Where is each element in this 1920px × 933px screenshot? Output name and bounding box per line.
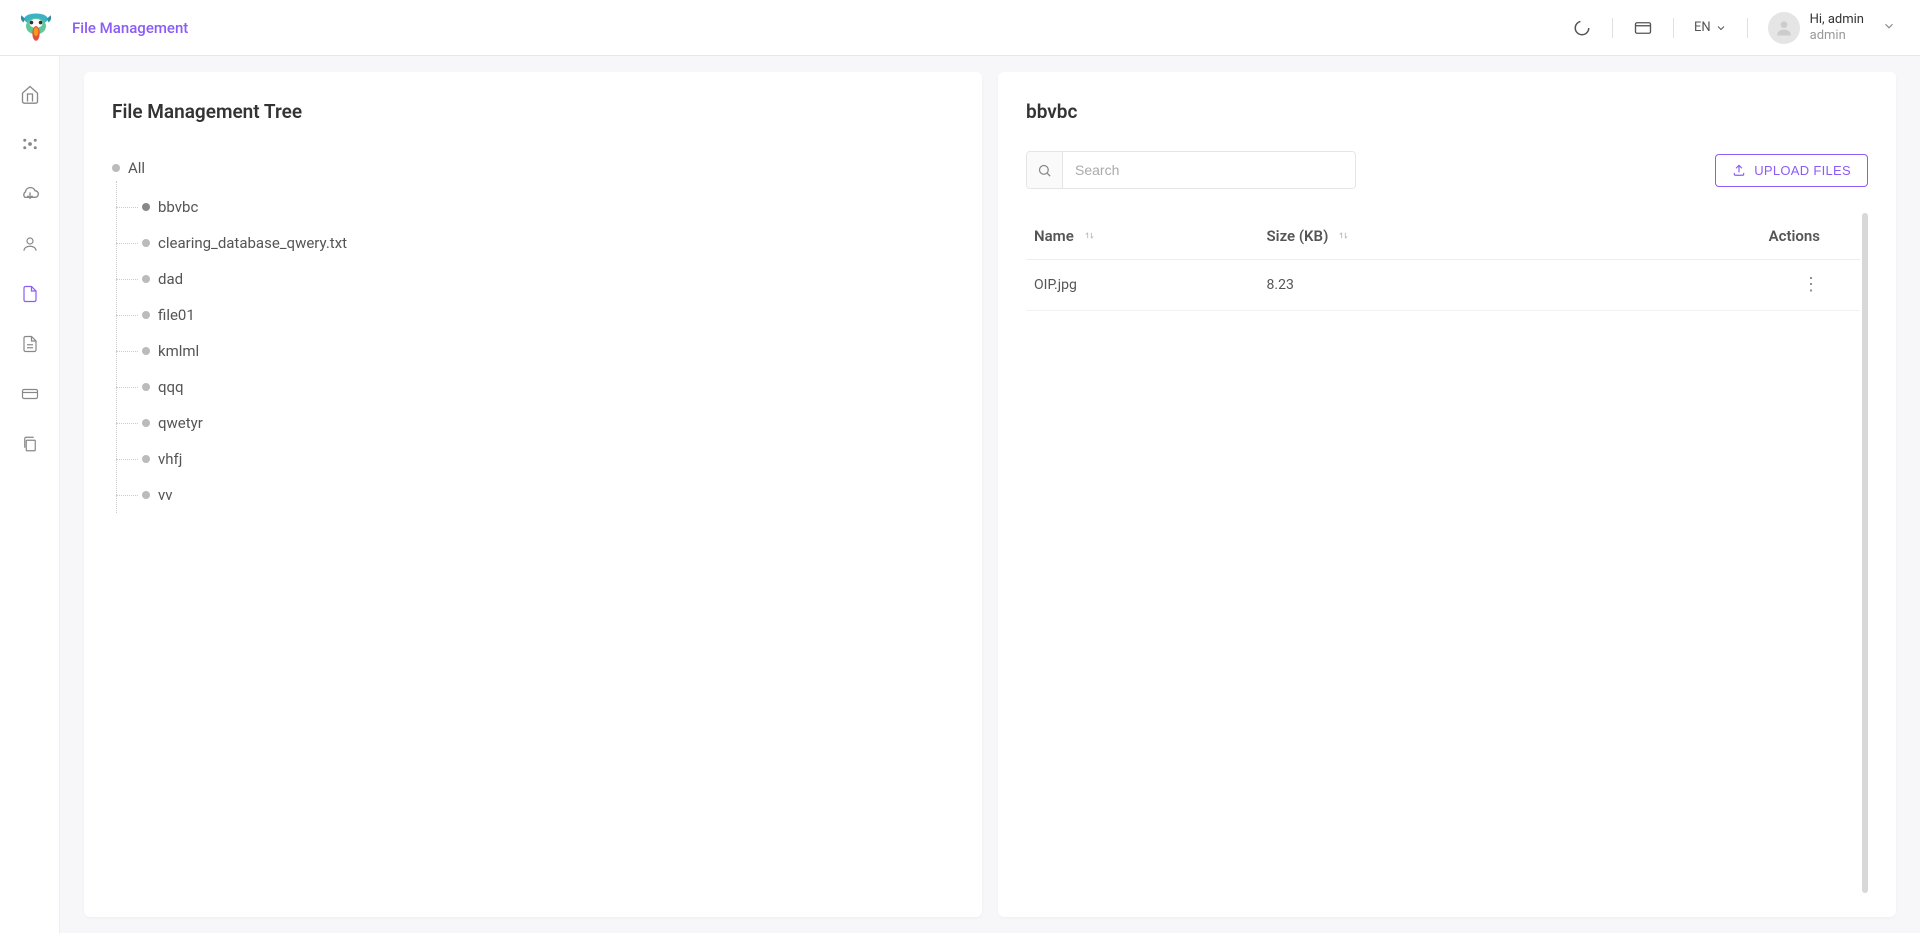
sidebar-item-user[interactable]: [20, 234, 40, 254]
cell-name: OIP.jpg: [1026, 260, 1259, 311]
upload-button-label: UPLOAD FILES: [1754, 163, 1851, 178]
sidebar-item-home[interactable]: [20, 84, 40, 104]
tree-dot-icon: [142, 311, 150, 319]
column-actions: Actions: [1558, 213, 1860, 260]
tree-node[interactable]: vv: [142, 477, 954, 513]
file-tree: All bbvbc clearing_database_qwery.txtdad f…: [112, 151, 954, 513]
tree-panel: File Management Tree All bbvbc clearing_d…: [84, 72, 982, 917]
tree-node-label: bbvbc: [158, 198, 198, 216]
tree-node[interactable]: bbvbc: [142, 189, 954, 225]
chevron-down-icon: [1715, 22, 1727, 34]
column-size-label: Size (KB): [1267, 227, 1329, 245]
tree-node-label: vv: [158, 486, 173, 504]
header-right: EN Hi, admin admin: [1572, 12, 1904, 44]
upload-button[interactable]: UPLOAD FILES: [1715, 154, 1868, 187]
tree-dot-icon: [142, 419, 150, 427]
page-title: File Management: [72, 19, 188, 37]
search-icon: [1027, 152, 1063, 188]
divider: [1612, 18, 1613, 38]
tree-node-label: dad: [158, 270, 183, 288]
tree-node[interactable]: clearing_database_qwery.txt: [142, 225, 954, 261]
tree-node-label: qqq: [158, 378, 184, 396]
files-panel: bbvbc UPLOAD FILES: [998, 72, 1896, 917]
tree-node[interactable]: dad: [142, 261, 954, 297]
files-panel-title: bbvbc: [1026, 100, 1868, 123]
files-table: Name Size (KB): [1026, 213, 1860, 311]
sidebar-item-cloud[interactable]: [20, 184, 40, 204]
scrollbar[interactable]: [1862, 213, 1868, 893]
tree-panel-title: File Management Tree: [112, 100, 954, 123]
logo[interactable]: [16, 8, 56, 48]
more-actions-icon[interactable]: ⋮: [1802, 274, 1820, 295]
chevron-down-icon: [1882, 19, 1896, 37]
tree-node-label: qwetyr: [158, 414, 203, 432]
cell-size: 8.23: [1259, 260, 1559, 311]
sort-icon: [1338, 230, 1349, 241]
messages-icon[interactable]: [1633, 18, 1653, 38]
search-input[interactable]: [1063, 152, 1355, 188]
table-row: OIP.jpg8.23 ⋮: [1026, 260, 1860, 311]
search-box: [1026, 151, 1356, 189]
sidebar-item-copy[interactable]: [20, 434, 40, 454]
column-name[interactable]: Name: [1026, 213, 1259, 260]
tree-dot-icon: [142, 275, 150, 283]
table-wrap: Name Size (KB): [1026, 213, 1868, 893]
divider: [1747, 18, 1748, 38]
tree-dot-icon: [142, 455, 150, 463]
tree-node[interactable]: qwetyr: [142, 405, 954, 441]
tree-dot-icon: [142, 239, 150, 247]
upload-icon: [1732, 163, 1746, 177]
tree-dot-icon: [142, 203, 150, 211]
avatar: [1768, 12, 1800, 44]
sidebar: [0, 56, 60, 933]
user-greeting: Hi, admin: [1810, 12, 1864, 28]
tree-node-label: kmlml: [158, 342, 199, 360]
sidebar-item-files[interactable]: [20, 284, 40, 304]
tree-node-label: clearing_database_qwery.txt: [158, 234, 347, 252]
tree-dot-icon: [142, 347, 150, 355]
tree-children: bbvbc clearing_database_qwery.txtdad file0…: [112, 189, 954, 513]
content: File Management Tree All bbvbc clearing_d…: [60, 56, 1920, 933]
sort-icon: [1084, 230, 1095, 241]
tree-root-label: All: [128, 159, 145, 177]
user-info: Hi, admin admin: [1810, 12, 1864, 43]
header: File Management EN Hi, admin: [0, 0, 1920, 56]
tree-dot-icon: [142, 491, 150, 499]
files-controls: UPLOAD FILES: [1026, 151, 1868, 189]
tree-dot-icon: [112, 164, 120, 172]
loading-icon[interactable]: [1572, 18, 1592, 38]
column-name-label: Name: [1034, 227, 1074, 245]
column-actions-label: Actions: [1769, 227, 1820, 245]
language-label: EN: [1694, 20, 1711, 35]
user-menu[interactable]: Hi, admin admin: [1768, 12, 1896, 44]
user-name: admin: [1810, 28, 1864, 44]
column-size[interactable]: Size (KB): [1259, 213, 1559, 260]
sidebar-item-network[interactable]: [20, 134, 40, 154]
tree-dot-icon: [142, 383, 150, 391]
tree-node[interactable]: qqq: [142, 369, 954, 405]
sidebar-item-document[interactable]: [20, 334, 40, 354]
language-selector[interactable]: EN: [1694, 20, 1727, 35]
tree-node[interactable]: kmlml: [142, 333, 954, 369]
tree-root-node[interactable]: All: [112, 151, 954, 189]
tree-node[interactable]: vhfj: [142, 441, 954, 477]
tree-node-label: file01: [158, 306, 195, 324]
cell-actions: ⋮: [1558, 260, 1860, 311]
tree-node-label: vhfj: [158, 450, 182, 468]
sidebar-item-card[interactable]: [20, 384, 40, 404]
tree-node[interactable]: file01: [142, 297, 954, 333]
divider: [1673, 18, 1674, 38]
